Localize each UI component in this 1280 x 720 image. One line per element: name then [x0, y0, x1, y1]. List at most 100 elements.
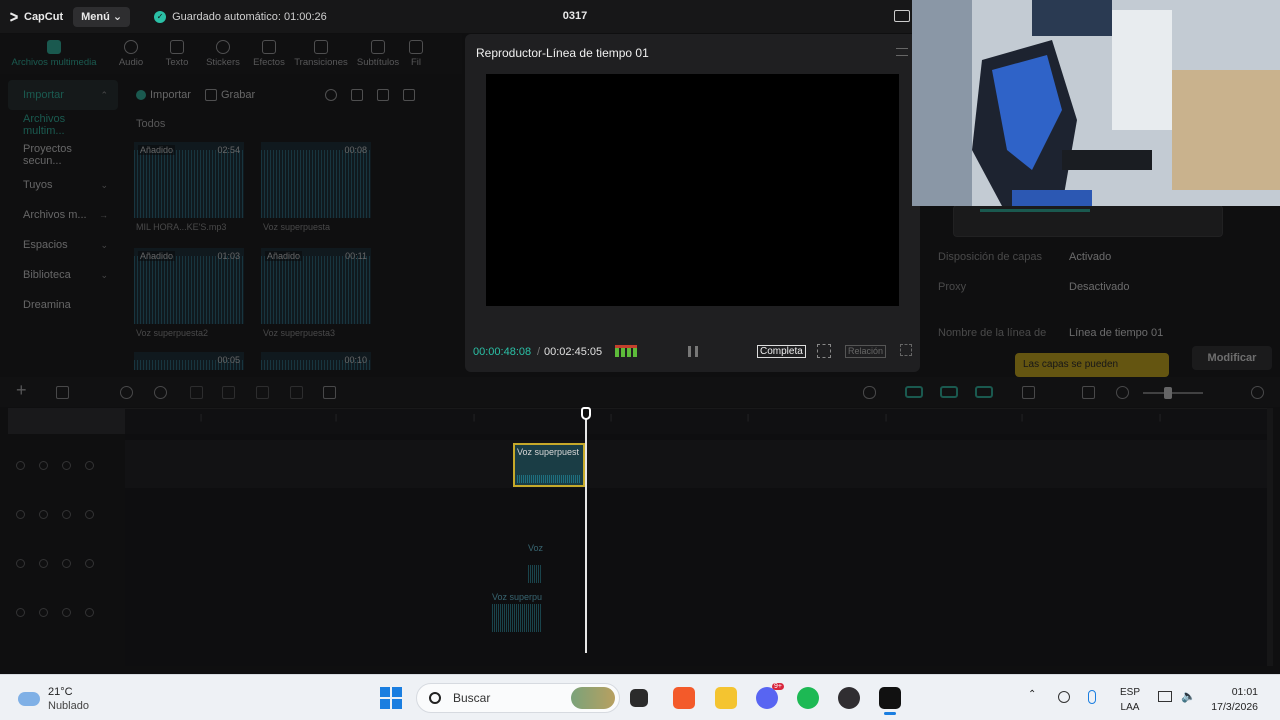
tab-media[interactable]: Archivos multimedia: [0, 34, 108, 74]
timeline-ruler[interactable]: | | | | | | | |: [125, 408, 1267, 434]
fullscreen-icon[interactable]: [900, 344, 912, 356]
split-icon[interactable]: [190, 386, 203, 399]
menu-button[interactable]: Menú ⌄: [73, 6, 131, 27]
plus-icon[interactable]: +: [16, 380, 29, 400]
more-icon[interactable]: [85, 607, 94, 617]
sort-icon[interactable]: [377, 89, 390, 101]
filter-icon[interactable]: [403, 89, 416, 101]
system-clock[interactable]: 01:01 17/3/2026: [1211, 685, 1258, 715]
discord-icon[interactable]: 9+: [756, 683, 784, 709]
timeline-scrollbar[interactable]: [1267, 408, 1273, 666]
sidebar-item-import[interactable]: Importar ⌃: [8, 80, 118, 110]
duration: 01:03: [217, 251, 240, 261]
caption-icon[interactable]: [1082, 386, 1095, 399]
delete-right-icon[interactable]: [256, 386, 269, 399]
snap-icon[interactable]: [975, 386, 993, 398]
chevron-up-icon[interactable]: ⌃: [1028, 689, 1036, 700]
more-icon[interactable]: [85, 509, 94, 519]
lock-icon[interactable]: [39, 460, 48, 470]
toggle-icon[interactable]: [16, 460, 25, 470]
player-title: Reproductor-Línea de tiempo 01: [476, 46, 649, 60]
record-button[interactable]: Grabar: [204, 89, 255, 101]
toggle-icon[interactable]: [16, 607, 25, 617]
tab-subtitles[interactable]: Subtítulos: [350, 34, 406, 74]
zoom-out-icon[interactable]: [1116, 386, 1129, 399]
delete-left-icon[interactable]: [222, 386, 235, 399]
grid-view-icon[interactable]: [351, 89, 364, 101]
tab-text[interactable]: Texto: [154, 34, 200, 74]
playhead-handle[interactable]: [581, 407, 591, 420]
pause-icon[interactable]: [688, 346, 698, 357]
audio-clip[interactable]: Voz superpuest: [513, 443, 585, 487]
brave-icon[interactable]: [673, 687, 695, 709]
sidebar-item-secondary-projects[interactable]: Proyectos secun...: [8, 140, 118, 170]
fit-button[interactable]: Completa: [757, 345, 806, 358]
more-icon[interactable]: [85, 460, 94, 470]
search-icon[interactable]: [325, 89, 338, 101]
media-item[interactable]: Añadido 01:03 Voz superpuesta2: [134, 248, 244, 338]
sidebar-item-yours[interactable]: Tuyos ⌄: [8, 170, 118, 200]
file-explorer-icon[interactable]: [715, 687, 737, 709]
tab-audio[interactable]: Audio: [108, 34, 154, 74]
zoom-slider-handle[interactable]: [1164, 387, 1172, 399]
menu-icon[interactable]: [896, 48, 908, 56]
layout-icon[interactable]: [894, 10, 910, 22]
lock-icon[interactable]: [39, 558, 48, 568]
zoom-in-icon[interactable]: [1251, 386, 1264, 399]
sidebar-item-media-files[interactable]: Archivos multim...: [8, 110, 118, 140]
ratio-button[interactable]: Relación: [845, 345, 887, 358]
tab-effects[interactable]: Efectos: [246, 34, 292, 74]
more-icon[interactable]: [85, 558, 94, 568]
sidebar-item-spaces[interactable]: Espacios ⌄: [8, 230, 118, 260]
undo-icon[interactable]: [120, 386, 133, 399]
task-view-icon[interactable]: [630, 689, 648, 707]
magnet-icon[interactable]: [940, 386, 958, 398]
playhead[interactable]: [585, 415, 587, 653]
display-icon[interactable]: [1158, 691, 1172, 702]
track-lane[interactable]: [125, 440, 1267, 488]
sidebar-item-media-files-2[interactable]: Archivos m... →: [8, 200, 118, 230]
zoom-slider[interactable]: [1143, 392, 1203, 394]
tab-filters[interactable]: Fil: [406, 34, 426, 74]
marker-icon[interactable]: [323, 386, 336, 399]
volume-icon[interactable]: [62, 460, 71, 470]
media-item[interactable]: Añadido 02:54 MIL HORA...KE'S.mp3: [134, 142, 244, 232]
link-icon[interactable]: [905, 386, 923, 398]
microphone-icon[interactable]: [863, 386, 876, 399]
volume-icon[interactable]: [62, 558, 71, 568]
volume-icon[interactable]: [62, 509, 71, 519]
preview-axis-icon[interactable]: [1022, 386, 1035, 399]
lock-icon[interactable]: [39, 509, 48, 519]
network-icon[interactable]: [1058, 691, 1070, 703]
weather-widget[interactable]: 21°C Nublado: [18, 685, 89, 713]
sidebar-item-label: Archivos m...: [23, 209, 87, 221]
media-item[interactable]: 00:10: [261, 352, 371, 370]
ruler-tick: |: [200, 413, 203, 422]
spotify-icon[interactable]: [797, 687, 819, 709]
delete-icon[interactable]: [290, 386, 303, 399]
import-button[interactable]: Importar: [136, 89, 191, 101]
capcut-taskbar-icon[interactable]: [879, 687, 901, 715]
sidebar-item-dreamina[interactable]: Dreamina: [8, 290, 118, 320]
toggle-icon[interactable]: [16, 509, 25, 519]
redo-icon[interactable]: [154, 386, 167, 399]
modify-button[interactable]: Modificar: [1192, 346, 1272, 370]
scope-icon[interactable]: [817, 344, 831, 358]
obs-icon[interactable]: [838, 687, 860, 709]
taskbar-search[interactable]: Buscar: [416, 683, 620, 713]
tab-transitions[interactable]: Transiciones: [292, 34, 350, 74]
media-item[interactable]: 00:08 Voz superpuesta: [261, 142, 371, 232]
sidebar-item-library[interactable]: Biblioteca ⌄: [8, 260, 118, 290]
video-preview[interactable]: [486, 74, 899, 306]
select-tool-icon[interactable]: [56, 386, 69, 399]
language-indicator[interactable]: ESP LAA: [1120, 685, 1140, 715]
windows-start-button[interactable]: [380, 687, 402, 709]
media-item[interactable]: Añadido 00:11 Voz superpuesta3: [261, 248, 371, 338]
speaker-icon[interactable]: 🔈: [1181, 689, 1196, 703]
microphone-icon[interactable]: [1088, 690, 1096, 704]
tab-stickers[interactable]: Stickers: [200, 34, 246, 74]
toggle-icon[interactable]: [16, 558, 25, 568]
media-item[interactable]: 00:05: [134, 352, 244, 370]
lock-icon[interactable]: [39, 607, 48, 617]
volume-icon[interactable]: [62, 607, 71, 617]
